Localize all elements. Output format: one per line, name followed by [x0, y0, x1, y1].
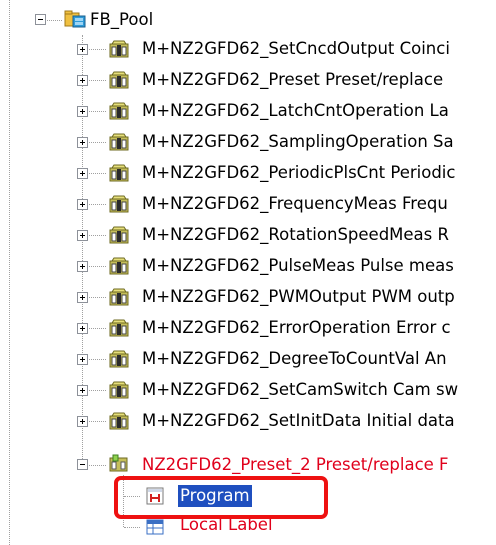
tree-item-fb[interactable]: M+NZ2GFD62_PulseMeas Pulse meas	[140, 255, 456, 277]
fb-library-icon	[109, 71, 129, 89]
expand-toggle[interactable]	[77, 75, 88, 86]
expand-toggle[interactable]	[77, 137, 88, 148]
tree-item-fb[interactable]: M+NZ2GFD62_SetInitData Initial data	[140, 410, 457, 432]
expand-toggle[interactable]	[77, 199, 88, 210]
tree-item-fb[interactable]: M+NZ2GFD62_DegreeToCountVal An	[140, 348, 449, 370]
tree-line-pool	[82, 35, 83, 469]
tree-item-fb[interactable]: M+NZ2GFD62_SetCncdOutput Coinci	[140, 38, 452, 60]
tree-item-fb[interactable]: M+NZ2GFD62_ErrorOperation Error c	[140, 317, 453, 339]
fb-library-icon	[109, 257, 129, 275]
collapse-toggle[interactable]	[35, 14, 46, 25]
collapse-toggle[interactable]	[77, 459, 88, 470]
fb-library-icon	[109, 412, 129, 430]
expand-toggle[interactable]	[77, 106, 88, 117]
expand-toggle[interactable]	[77, 168, 88, 179]
fb-library-icon	[109, 102, 129, 120]
fb-library-icon	[109, 40, 129, 58]
tree-item-user-fb[interactable]: NZ2GFD62_Preset_2 Preset/replace F	[140, 454, 451, 476]
fb-library-icon	[109, 350, 129, 368]
tree-item-fb[interactable]: M+NZ2GFD62_FrequencyMeas Frequ	[140, 193, 450, 215]
fb-library-icon	[109, 195, 129, 213]
highlight-annotation-box	[114, 476, 328, 519]
expand-toggle[interactable]	[77, 230, 88, 241]
fb-library-icon	[109, 133, 129, 151]
fb-user-icon	[109, 454, 128, 472]
folder-pool-icon	[64, 10, 86, 28]
expand-toggle[interactable]	[77, 323, 88, 334]
expand-toggle[interactable]	[77, 385, 88, 396]
fb-library-icon	[109, 288, 129, 306]
expand-toggle[interactable]	[77, 44, 88, 55]
tree-item-fb[interactable]: M+NZ2GFD62_SetCamSwitch Cam sw	[140, 379, 460, 401]
project-tree: FB_Pool M+NZ2GFD62_SetCncdOutput Coinci M…	[0, 0, 496, 545]
tree-item-fb[interactable]: M+NZ2GFD62_RotationSpeedMeas R	[140, 224, 451, 246]
fb-library-icon	[109, 226, 129, 244]
fb-library-icon	[109, 164, 129, 182]
tree-item-fb[interactable]: M+NZ2GFD62_LatchCntOperation La	[140, 100, 451, 122]
fb-library-icon	[109, 319, 129, 337]
fb-library-icon	[109, 381, 129, 399]
local-label-icon	[146, 519, 164, 535]
expand-toggle[interactable]	[77, 292, 88, 303]
tree-item-fb-pool[interactable]: FB_Pool	[88, 9, 155, 31]
tree-item-fb[interactable]: M+NZ2GFD62_Preset Preset/replace	[140, 69, 445, 91]
tree-connector	[124, 527, 140, 528]
tree-item-fb[interactable]: M+NZ2GFD62_PWMOutput PWM outp	[140, 286, 457, 308]
tree-item-fb[interactable]: M+NZ2GFD62_PeriodicPlsCnt Periodic	[140, 162, 457, 184]
tree-line-root	[9, 0, 10, 545]
expand-toggle[interactable]	[77, 416, 88, 427]
expand-toggle[interactable]	[77, 354, 88, 365]
tree-item-fb[interactable]: M+NZ2GFD62_SamplingOperation Sa	[140, 131, 456, 153]
expand-toggle[interactable]	[77, 261, 88, 272]
